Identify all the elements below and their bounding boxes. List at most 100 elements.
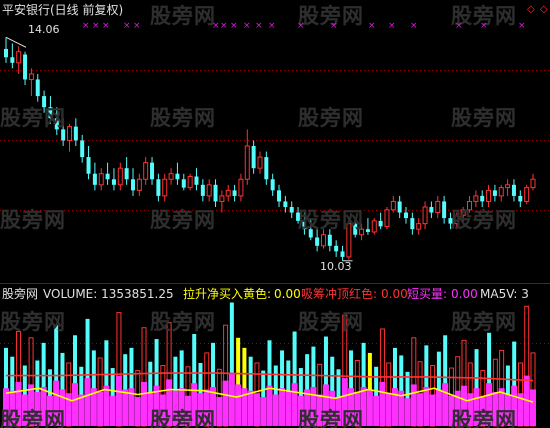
short-buy-bar	[385, 393, 392, 426]
signal-mark: ×	[92, 21, 100, 31]
signal-mark: ×	[255, 21, 263, 31]
signal-mark: ×	[268, 21, 276, 31]
signal-mark: ×	[243, 21, 251, 31]
candle-body	[492, 190, 497, 196]
candle-body	[194, 176, 199, 185]
short-buy-bar	[78, 394, 85, 426]
candle-body	[397, 201, 402, 213]
short-buy-bar	[366, 389, 373, 426]
signal-mark: ×	[82, 21, 90, 31]
candle-body	[111, 179, 116, 185]
short-buy-bar	[266, 385, 273, 426]
candle-body	[219, 195, 225, 202]
signal-mark: ×	[230, 21, 238, 31]
candle-body	[143, 162, 149, 180]
candle-body	[327, 234, 332, 246]
watermark: 股旁网	[150, 106, 216, 130]
signal-mark: ×	[297, 21, 305, 31]
chart-title: 平安银行(日线 前复权)	[2, 3, 124, 17]
signal-mark: ×	[123, 21, 131, 31]
short-buy-bar	[291, 383, 298, 426]
candle-body	[175, 173, 180, 180]
min-price-label: 10.03	[320, 260, 352, 273]
watermark: 股旁网	[0, 106, 66, 130]
short-buy-bar	[410, 384, 417, 426]
watermark: 股旁网	[451, 208, 517, 232]
candle-body	[264, 157, 269, 180]
watermark: 股旁网	[150, 208, 216, 232]
candle-body	[66, 126, 72, 141]
short-buy-bar	[122, 389, 129, 426]
signal-mark: ×	[102, 21, 110, 31]
short-buy-bar	[228, 373, 235, 426]
watermark: 股旁网	[0, 408, 66, 428]
candle-body	[530, 178, 536, 189]
candle-body	[150, 162, 155, 180]
watermark: 股旁网	[0, 310, 66, 334]
short-buy-bar	[222, 380, 229, 426]
volume-readout: VOLUME: 1353851.25	[43, 287, 174, 301]
candle-body	[168, 173, 174, 180]
candle-body	[80, 140, 85, 158]
short-buy-bar	[115, 375, 122, 426]
candle-body	[73, 126, 78, 141]
candle-body	[511, 184, 516, 196]
short-buy-bar	[72, 383, 79, 426]
candle-body	[28, 73, 34, 80]
candle-body	[320, 234, 326, 247]
candle-body	[251, 146, 256, 169]
short-buy-bar	[109, 395, 116, 426]
signal-mark: ×	[220, 21, 228, 31]
signal-mark: ×	[133, 21, 141, 31]
diamond-icon[interactable]: ◇	[527, 5, 535, 15]
short-buy-bar	[216, 397, 223, 426]
short-buy-label: 短买量:	[407, 287, 448, 301]
short-buy-bar	[97, 391, 104, 426]
candle-body	[92, 173, 97, 185]
candle-body	[334, 245, 339, 252]
candle-body	[187, 176, 193, 189]
candle-body	[98, 173, 104, 186]
short-buy-bar	[379, 381, 386, 426]
candle-body	[416, 223, 422, 230]
short-buy-bar	[235, 384, 242, 426]
short-buy-bar	[103, 385, 110, 426]
candle-body	[378, 220, 383, 227]
short-buy-bar	[442, 383, 449, 426]
candle-body	[213, 184, 218, 202]
candle-body	[105, 173, 110, 180]
watermark: 股旁网	[150, 4, 216, 28]
watermark: 股旁网	[150, 408, 216, 428]
short-buy-bar	[134, 397, 141, 426]
candle-body	[270, 179, 275, 191]
pull-buy-label: 拉升净买入黄色:	[183, 287, 272, 301]
candle-body	[435, 200, 441, 214]
candle-body	[238, 178, 244, 197]
candle-body	[524, 187, 530, 202]
candle-body	[422, 206, 428, 225]
short-buy-bar	[429, 394, 436, 426]
absorb-top-value: 0.00	[381, 287, 408, 301]
watermark: 股旁网	[298, 408, 364, 428]
signal-mark: ×	[518, 21, 526, 31]
candle-body	[162, 178, 168, 197]
candle-body	[410, 218, 415, 230]
candle-body	[124, 168, 129, 180]
candle-body	[181, 179, 186, 188]
candle-body	[289, 207, 294, 213]
candle-body	[257, 156, 263, 169]
watermark: 股旁网	[451, 310, 517, 334]
candle-body	[486, 189, 492, 202]
watermark: 股旁网	[298, 208, 364, 232]
max-marker-line	[5, 36, 27, 48]
candle-body	[130, 179, 135, 191]
candle-body	[244, 145, 250, 180]
short-buy-value: 0.00	[451, 287, 478, 301]
signal-mark: ×	[330, 21, 338, 31]
candle-body	[225, 189, 231, 197]
candle-body	[16, 51, 22, 64]
short-buy-bar	[373, 395, 380, 426]
short-buy-bar	[253, 393, 260, 426]
diamond-icon[interactable]: ◇	[540, 5, 548, 15]
short-buy-bar	[272, 394, 279, 426]
